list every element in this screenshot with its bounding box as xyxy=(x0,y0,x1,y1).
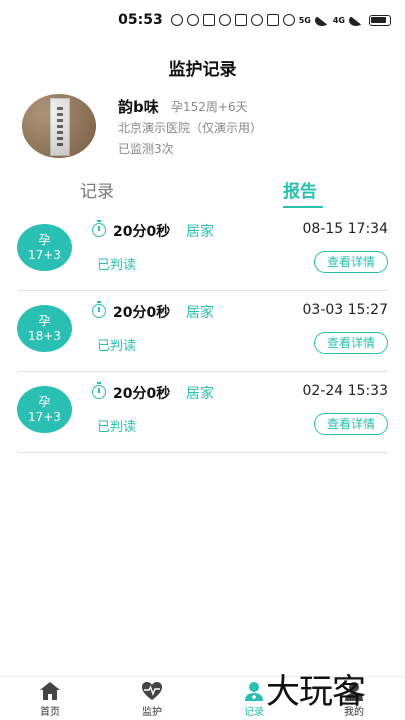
pregnancy-week-badge: 孕 17+3 xyxy=(17,386,72,433)
user-name: 韵b味 xyxy=(118,98,159,116)
hospital-name: 北京演示医院（仅演示用） xyxy=(118,121,263,135)
nav-monitor-label: 监护 xyxy=(142,707,162,718)
heartbeat-icon xyxy=(142,682,162,700)
status-time: 05:53 xyxy=(118,12,163,28)
active-tab-indicator xyxy=(283,206,323,208)
signal-icon xyxy=(314,14,329,26)
view-details-button[interactable]: 查看详情 xyxy=(314,413,388,435)
page-title: 监护记录 xyxy=(168,60,237,80)
nfc-icon xyxy=(202,14,215,26)
read-status: 已判读 xyxy=(97,258,137,273)
wifi-icon xyxy=(282,14,295,26)
monitor-count: 已监测3次 xyxy=(118,142,174,156)
record-duration: 20分0秒 xyxy=(113,305,171,321)
record-duration: 20分0秒 xyxy=(113,224,171,240)
speed-icon xyxy=(170,14,183,26)
nav-home[interactable]: 首页 xyxy=(20,681,80,718)
moon-icon xyxy=(250,14,263,26)
view-details-button[interactable]: 查看详情 xyxy=(314,332,388,354)
pregnancy-week-badge: 孕 17+3 xyxy=(17,224,72,271)
record-item[interactable]: 孕 17+3 20分0秒 居家 02-24 15:33 已判读 查看详情 xyxy=(0,372,405,453)
read-status: 已判读 xyxy=(97,420,137,435)
tab-reports[interactable]: 报告 xyxy=(283,177,317,202)
vibrate-icon xyxy=(266,14,279,26)
record-location: 居家 xyxy=(186,386,214,402)
record-location: 居家 xyxy=(186,224,214,240)
pregnancy-week-badge: 孕 18+3 xyxy=(17,305,72,352)
nav-home-label: 首页 xyxy=(40,707,60,718)
bluetooth-icon xyxy=(234,14,247,26)
doctor-icon xyxy=(245,682,263,701)
record-datetime: 08-15 17:34 xyxy=(302,221,388,237)
status-bar: 05:53 5G 4G xyxy=(0,0,405,40)
signal-icon xyxy=(349,14,363,26)
record-datetime: 02-24 15:33 xyxy=(302,383,388,399)
read-status: 已判读 xyxy=(97,339,137,354)
view-details-button[interactable]: 查看详情 xyxy=(314,251,388,273)
nav-monitor[interactable]: 监护 xyxy=(122,681,182,718)
watermark-logo: 大玩客 xyxy=(266,672,366,712)
nav-record-label: 记录 xyxy=(244,707,264,718)
pregnancy-week: 孕152周+6天 xyxy=(171,100,248,114)
network-4g-label: 4G xyxy=(332,15,345,25)
record-duration: 20分0秒 xyxy=(113,386,171,402)
record-datetime: 03-03 15:27 xyxy=(302,302,388,318)
record-item[interactable]: 孕 18+3 20分0秒 居家 03-03 15:27 已判读 查看详情 xyxy=(0,291,405,372)
divider xyxy=(18,452,388,453)
eye-icon xyxy=(186,14,199,26)
status-icons: 5G 4G xyxy=(170,14,391,26)
network-5g-label: 5G xyxy=(298,15,311,25)
alarm-icon xyxy=(218,14,231,26)
stopwatch-icon xyxy=(92,382,106,399)
battery-icon xyxy=(369,14,391,26)
record-item[interactable]: 孕 17+3 20分0秒 居家 08-15 17:34 已判读 查看详情 xyxy=(0,210,405,291)
stopwatch-icon xyxy=(92,220,106,237)
record-location: 居家 xyxy=(186,305,214,321)
stopwatch-icon xyxy=(92,301,106,318)
home-icon xyxy=(40,682,60,700)
tab-records[interactable]: 记录 xyxy=(80,177,114,202)
avatar[interactable] xyxy=(22,94,96,158)
